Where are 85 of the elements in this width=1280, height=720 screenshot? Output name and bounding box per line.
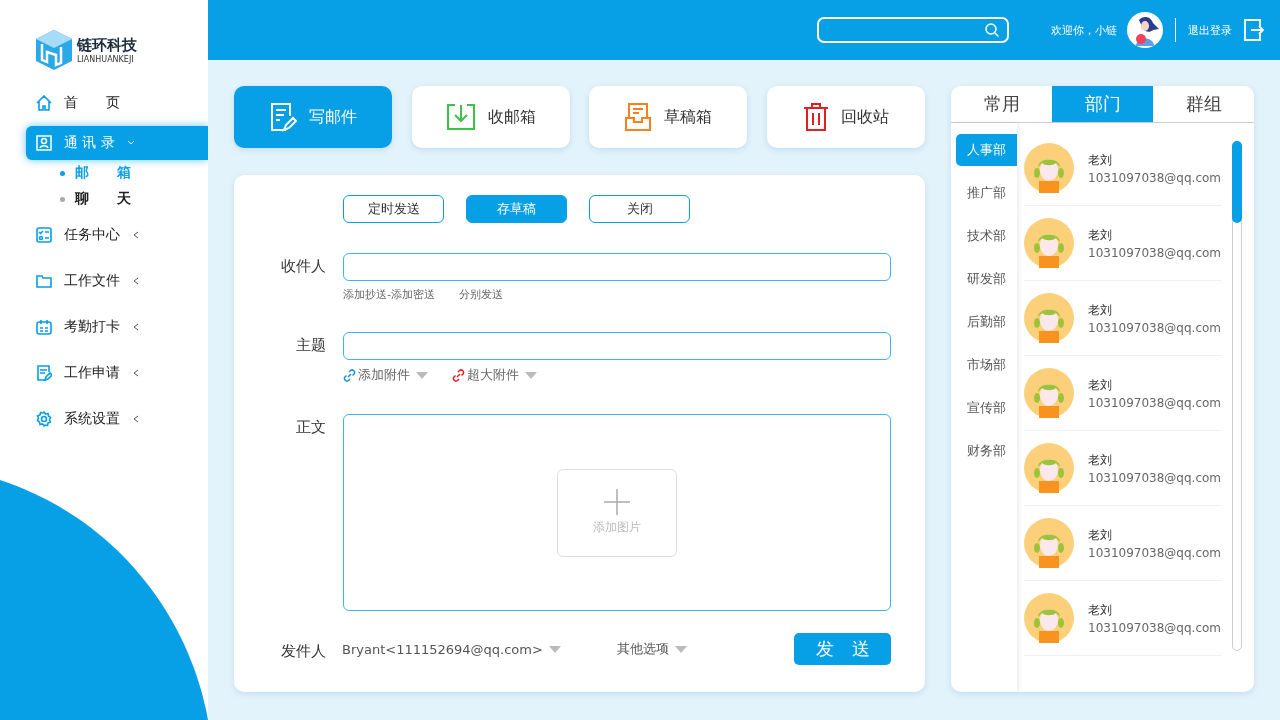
contact-name: 老刘 xyxy=(1088,526,1113,544)
sidebar-item[interactable]: 系统设置 xyxy=(26,402,208,436)
contact-email: 1031097038@qq.com xyxy=(1088,245,1222,260)
settings-icon xyxy=(36,411,52,427)
contact-email: 1031097038@qq.com xyxy=(1088,470,1222,485)
welcome-text: 欢迎你，小链 xyxy=(1051,22,1117,38)
toolbar-button[interactable]: 收邮箱 xyxy=(411,86,570,148)
form-edit-icon xyxy=(36,365,52,381)
search-field[interactable] xyxy=(817,17,1009,43)
field-label: 收件人 xyxy=(280,256,326,277)
logo-name: 链环科技 xyxy=(77,36,137,55)
caret-icon xyxy=(548,645,561,653)
contact-name: 老刘 xyxy=(1088,151,1113,169)
checklist-icon xyxy=(36,227,52,243)
contact-tab[interactable]: 常用 xyxy=(951,86,1052,122)
avatar-drawing xyxy=(1024,218,1074,268)
other-options[interactable]: 其他选项 xyxy=(616,640,669,658)
calendar-icon xyxy=(36,319,52,335)
chevron-icon xyxy=(132,369,140,377)
avatar-drawing xyxy=(1127,12,1163,48)
caret-icon xyxy=(525,371,537,379)
avatar-drawing xyxy=(1024,593,1074,643)
contact-email: 1031097038@qq.com xyxy=(1088,170,1222,185)
toolbar-button[interactable]: 草稿箱 xyxy=(589,86,748,148)
contact-tab[interactable]: 群组 xyxy=(1153,86,1254,122)
contact-name: 老刘 xyxy=(1088,301,1113,319)
chevron-icon xyxy=(132,323,140,331)
contact-email: 1031097038@qq.com xyxy=(1088,395,1222,410)
attachment-link[interactable]: 添加附件 xyxy=(343,366,410,384)
sidebar-item[interactable]: 任务中心 xyxy=(26,218,208,252)
action-button[interactable]: 关闭 xyxy=(589,195,690,223)
contact-name: 老刘 xyxy=(1088,601,1113,619)
sidebar-item[interactable]: 考勤打卡 xyxy=(26,310,208,344)
chevron-icon xyxy=(126,139,135,147)
chevron-icon xyxy=(132,277,140,285)
sidebar-subitem[interactable]: 聊 天 xyxy=(0,186,208,212)
department-item[interactable]: 宣传部 xyxy=(956,392,1017,424)
trash-icon xyxy=(802,103,829,131)
write-icon xyxy=(269,102,297,132)
field-label: 正文 xyxy=(295,417,326,438)
contact-card-icon xyxy=(36,135,52,151)
option-link[interactable]: 添加抄送-添加密送 xyxy=(343,287,435,302)
scrollbar-thumb[interactable] xyxy=(1232,141,1242,223)
contact-name: 老刘 xyxy=(1088,451,1113,469)
home-icon xyxy=(36,95,52,111)
contact-name: 老刘 xyxy=(1088,226,1113,244)
logout-icon[interactable] xyxy=(1244,19,1264,41)
department-item[interactable]: 研发部 xyxy=(956,263,1017,295)
folder-icon xyxy=(36,273,52,289)
avatar-drawing xyxy=(1024,368,1074,418)
option-link[interactable]: 分别发送 xyxy=(459,287,503,302)
chevron-icon xyxy=(132,415,140,423)
recipient-field[interactable] xyxy=(343,253,891,281)
logo-icon xyxy=(34,28,74,72)
avatar-drawing xyxy=(1024,143,1074,193)
caret-icon xyxy=(674,645,687,653)
field-label: 主题 xyxy=(295,335,326,356)
sidebar-item[interactable]: 工作文件 xyxy=(26,264,208,298)
plus-icon xyxy=(604,489,630,515)
subject-field[interactable] xyxy=(343,332,891,360)
department-item[interactable]: 市场部 xyxy=(956,349,1017,381)
department-item[interactable]: 财务部 xyxy=(956,435,1017,467)
drawer-icon xyxy=(624,102,653,132)
toolbar-button[interactable]: 回收站 xyxy=(766,86,925,148)
download-tray-icon xyxy=(445,103,476,131)
sender-value[interactable]: Bryant<111152694@qq.com> xyxy=(342,641,543,657)
avatar-drawing xyxy=(1024,518,1074,568)
action-button[interactable]: 定时发送 xyxy=(343,195,444,223)
contact-email: 1031097038@qq.com xyxy=(1088,620,1222,635)
department-item[interactable]: 技术部 xyxy=(956,220,1017,252)
avatar-drawing xyxy=(1024,293,1074,343)
attachment-link[interactable]: 超大附件 xyxy=(452,366,519,384)
logo-subtitle: LIANHUANKEJI xyxy=(77,55,135,64)
chevron-icon xyxy=(132,231,140,239)
contact-name: 老刘 xyxy=(1088,376,1113,394)
search-icon xyxy=(985,23,999,37)
contact-email: 1031097038@qq.com xyxy=(1088,545,1222,560)
sidebar-item[interactable]: 工作申请 xyxy=(26,356,208,390)
contact-email: 1031097038@qq.com xyxy=(1088,320,1222,335)
avatar-drawing xyxy=(1024,443,1074,493)
sidebar-item[interactable]: 首 页 xyxy=(26,86,208,120)
field-label: 发件人 xyxy=(280,640,326,661)
caret-icon xyxy=(416,371,428,379)
department-item[interactable]: 推广部 xyxy=(956,177,1017,209)
department-item[interactable]: 后勤部 xyxy=(956,306,1017,338)
